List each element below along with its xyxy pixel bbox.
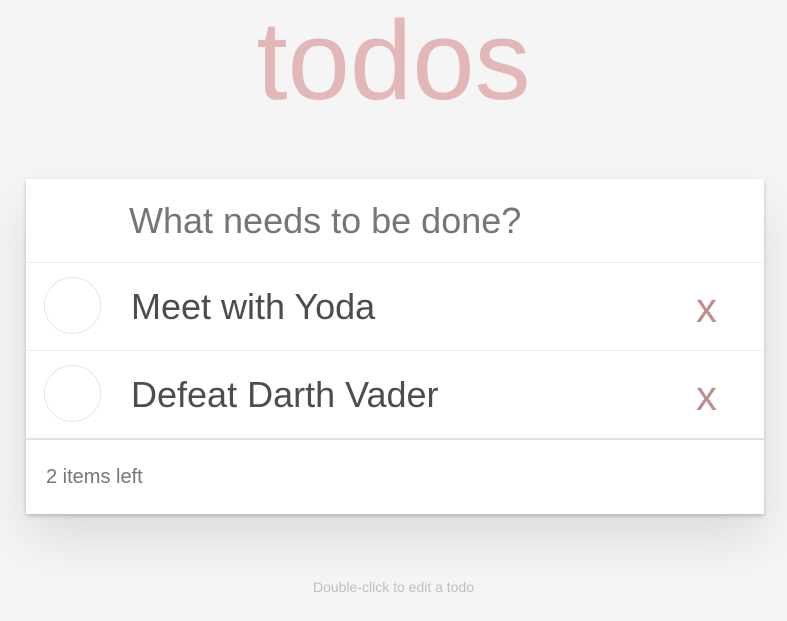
todo-label[interactable]: Meet with Yoda	[131, 263, 375, 350]
todo-footer: 2 items left	[26, 440, 764, 514]
new-todo-input[interactable]	[129, 179, 729, 262]
new-todo-row	[26, 179, 764, 263]
todo-item[interactable]: Defeat Darth Vader x	[26, 351, 764, 440]
items-left-count: 2 items left	[46, 466, 143, 488]
todo-toggle-checkbox[interactable]	[44, 277, 101, 334]
todo-item[interactable]: Meet with Yoda x	[26, 263, 764, 351]
edit-hint: Double-click to edit a todo	[312, 579, 475, 595]
todo-app: Meet with Yoda x Defeat Darth Vader x 2 …	[26, 179, 764, 514]
app-title: todos	[256, 0, 531, 123]
delete-todo-button[interactable]: x	[696, 263, 717, 352]
todo-list: Meet with Yoda x Defeat Darth Vader x	[26, 263, 764, 440]
todo-toggle-checkbox[interactable]	[44, 365, 101, 422]
delete-todo-button[interactable]: x	[696, 351, 717, 440]
todo-label[interactable]: Defeat Darth Vader	[131, 351, 439, 438]
